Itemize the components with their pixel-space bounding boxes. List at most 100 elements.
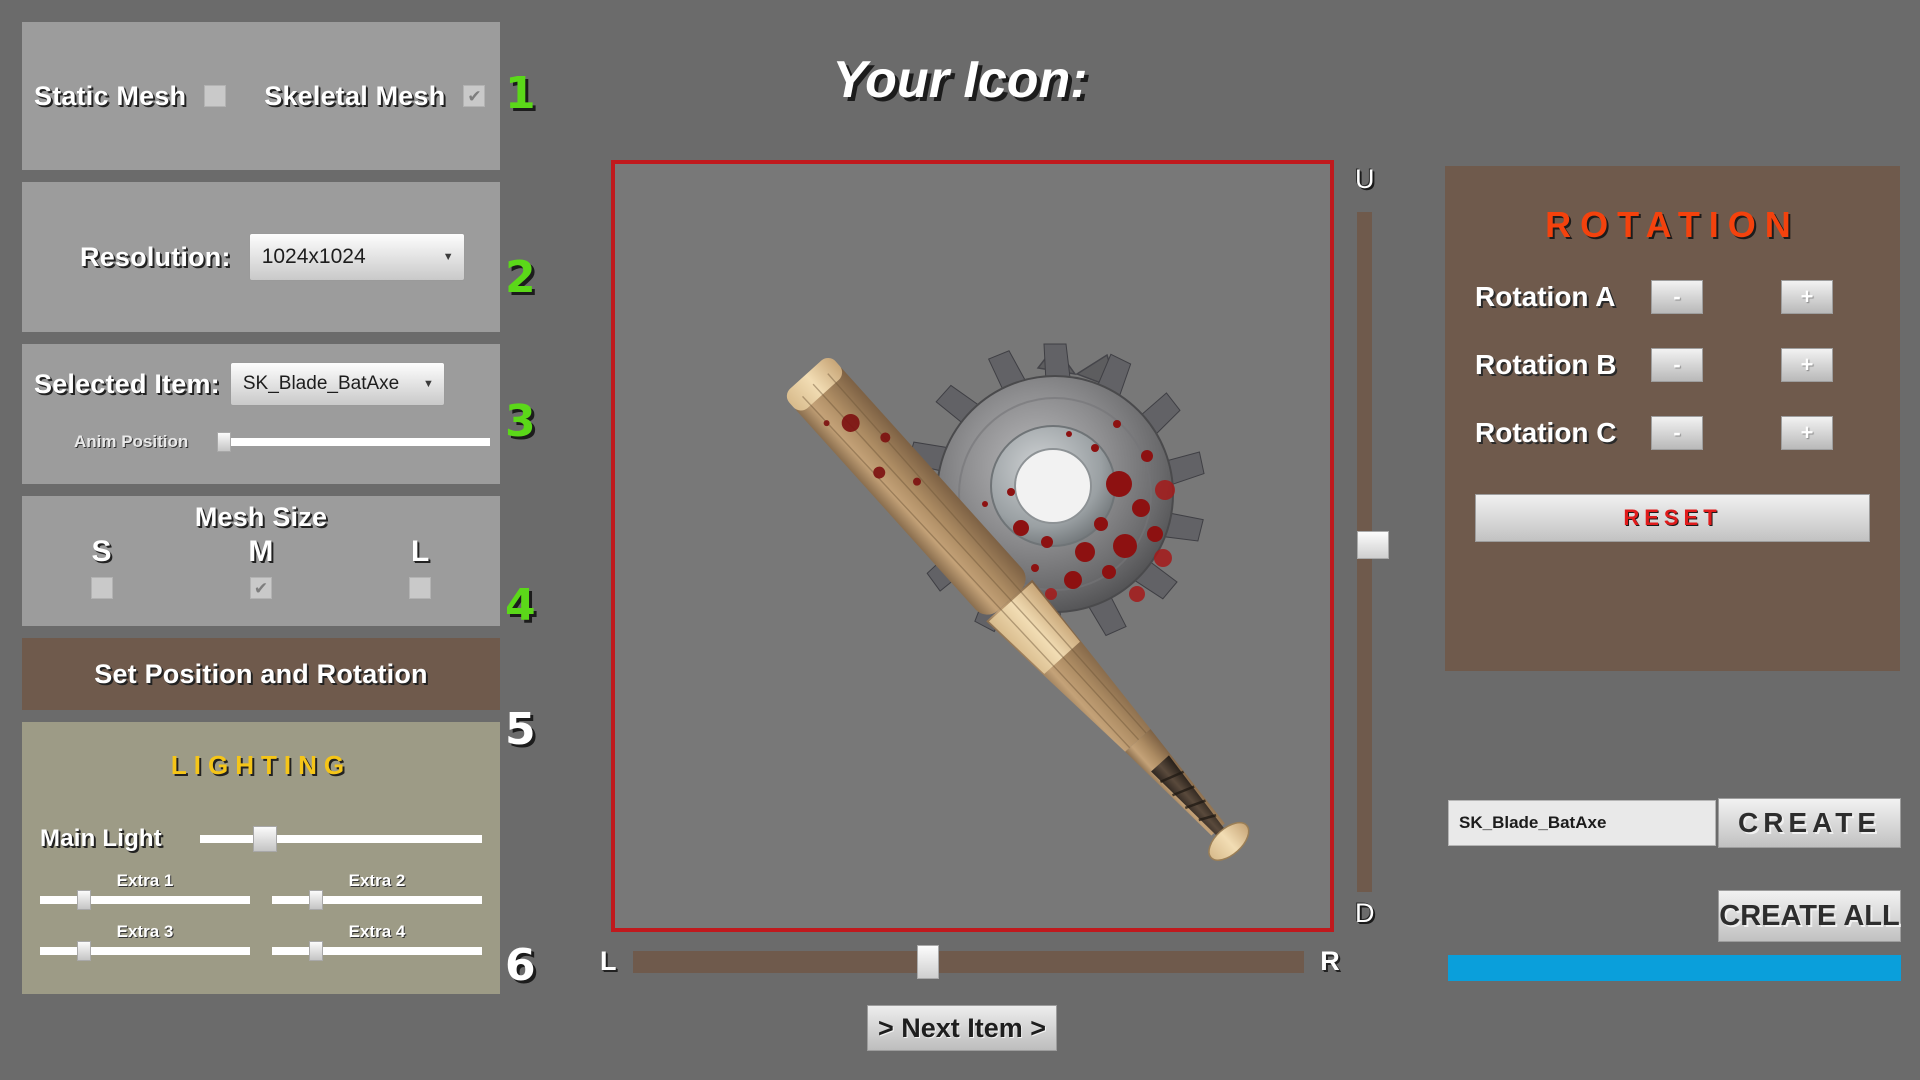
mesh-type-panel: Static Mesh Skeletal Mesh [22,22,500,170]
bat-axe-weapon-model [786,343,1250,861]
skeletal-mesh-checkbox[interactable] [463,85,486,107]
icon-name-input[interactable]: SK_Blade_BatAxe [1448,800,1716,846]
step-number-5: 5 [505,704,536,755]
create-button[interactable]: CREATE [1718,798,1901,848]
horizontal-slider-track[interactable] [632,944,1305,979]
extra-light-4-slider-handle[interactable] [309,941,324,961]
resolution-label: Resolution: [80,241,231,272]
vertical-slider-down-label: D [1355,898,1375,928]
resolution-dropdown[interactable]: 1024x1024 ▼ [248,233,465,281]
extra-light-3-slider[interactable] [40,941,250,961]
mesh-size-title: Mesh Size [194,502,328,532]
extra-light-4-label: Extra 4 [348,922,406,941]
horizontal-slider-handle[interactable] [917,944,940,979]
mesh-size-checkbox-l[interactable] [409,577,432,599]
chevron-down-icon: ▼ [422,378,434,390]
lighting-title: LIGHTING [170,750,352,780]
set-position-rotation-label: Set Position and Rotation [94,658,428,689]
rotation-a-minus-button[interactable]: - [1651,280,1703,314]
mesh-size-panel: Mesh Size S M L [22,496,500,626]
next-item-button[interactable]: > Next Item > [867,1005,1057,1051]
static-mesh-checkbox[interactable] [204,85,227,107]
mesh-size-option-s[interactable]: S [22,535,181,604]
progress-bar [1448,955,1901,981]
extra-light-4: Extra 4 [272,922,482,961]
anim-position-slider[interactable] [217,432,490,452]
rotation-a-plus-button[interactable]: + [1781,280,1833,314]
resolution-panel: Resolution: 1024x1024 ▼ [22,182,500,332]
create-label: CREATE [1737,807,1882,838]
icon-preview-viewport[interactable] [611,160,1334,932]
rotation-b-plus-label: + [1800,352,1814,377]
extra-light-1-slider-handle[interactable] [77,890,92,910]
extra-light-1-slider[interactable] [40,890,250,910]
extra-light-2-label: Extra 2 [348,871,406,890]
main-light-row: Main Light [40,825,482,853]
mesh-size-label-s: S [91,535,112,568]
rotation-b-minus-button[interactable]: - [1651,348,1703,382]
vertical-slider-track[interactable] [1357,212,1389,892]
rotation-c-minus-button[interactable]: - [1651,416,1703,450]
rotation-panel: ROTATION Rotation A - + Rotation B - + R… [1445,166,1900,671]
reset-button[interactable]: RESET [1475,494,1870,542]
icon-name-value: SK_Blade_BatAxe [1459,813,1607,832]
extra-light-1: Extra 1 [40,871,250,910]
next-item-label: > Next Item > [877,1012,1047,1043]
step-number-4: 4 [505,580,536,631]
horizontal-position-slider[interactable]: L R [600,944,1340,979]
icon-generator-window: Static Mesh Skeletal Mesh Resolution: 10… [0,0,1920,1080]
rotation-title: ROTATION [1545,204,1800,245]
rotation-b-plus-button[interactable]: + [1781,348,1833,382]
vertical-slider-handle[interactable] [1357,531,1389,560]
extra-light-4-slider[interactable] [272,941,482,961]
rotation-b-label: Rotation B [1475,349,1617,380]
rotation-c-label: Rotation C [1475,417,1617,448]
left-settings-column: Static Mesh Skeletal Mesh Resolution: 10… [22,22,500,994]
extra-light-2: Extra 2 [272,871,482,910]
preview-canvas[interactable] [615,164,1330,928]
mesh-size-label-l: L [411,535,430,568]
selected-item-dropdown[interactable]: SK_Blade_BatAxe ▼ [229,362,445,406]
step-number-1: 1 [505,68,536,119]
mesh-size-label-m: M [248,535,274,568]
static-mesh-label: Static Mesh [34,80,187,111]
selected-item-value: SK_Blade_BatAxe [242,373,400,394]
rotation-c-plus-button[interactable]: + [1781,416,1833,450]
horizontal-slider-left-label: L [600,946,617,976]
rotation-row-b: Rotation B - + [1475,348,1870,382]
rotation-row-a: Rotation A - + [1475,280,1870,314]
rotation-a-plus-label: + [1800,284,1814,309]
rotation-c-minus-label: - [1673,420,1681,445]
create-all-label: CREATE ALL [1719,899,1900,932]
main-light-label: Main Light [40,825,162,852]
anim-position-slider-handle[interactable] [217,432,231,452]
rotation-a-minus-label: - [1673,284,1681,309]
vertical-position-slider[interactable]: U D [1348,164,1389,928]
main-light-slider-handle[interactable] [252,826,277,852]
mesh-size-option-l[interactable]: L [341,535,500,604]
mesh-size-checkbox-s[interactable] [90,577,113,599]
extra-light-3-slider-handle[interactable] [77,941,92,961]
mesh-size-option-m[interactable]: M [181,535,340,604]
selected-item-label: Selected Item: [34,368,220,399]
set-position-rotation-button[interactable]: Set Position and Rotation [22,638,500,710]
create-all-button[interactable]: CREATE ALL [1718,890,1901,942]
extra-light-2-slider[interactable] [272,890,482,910]
rotation-a-label: Rotation A [1475,281,1616,312]
center-column: Your Icon: [600,0,1320,110]
resolution-value: 1024x1024 [261,245,366,268]
step-number-3: 3 [505,396,536,447]
step-number-6: 6 [505,940,536,991]
extra-light-3: Extra 3 [40,922,250,961]
extra-lights-row-1: Extra 1 Extra 2 [40,871,482,910]
main-light-slider[interactable] [200,826,482,852]
anim-position-label: Anim Position [74,432,189,451]
reset-label: RESET [1623,505,1722,530]
extra-light-3-label: Extra 3 [116,922,174,941]
skeletal-mesh-label: Skeletal Mesh [264,80,446,111]
vertical-slider-up-label: U [1355,164,1375,194]
mesh-size-checkbox-m[interactable] [249,577,272,599]
extra-light-2-slider-handle[interactable] [309,890,324,910]
extra-lights-row-2: Extra 3 Extra 4 [40,922,482,961]
step-number-2: 2 [505,252,536,303]
